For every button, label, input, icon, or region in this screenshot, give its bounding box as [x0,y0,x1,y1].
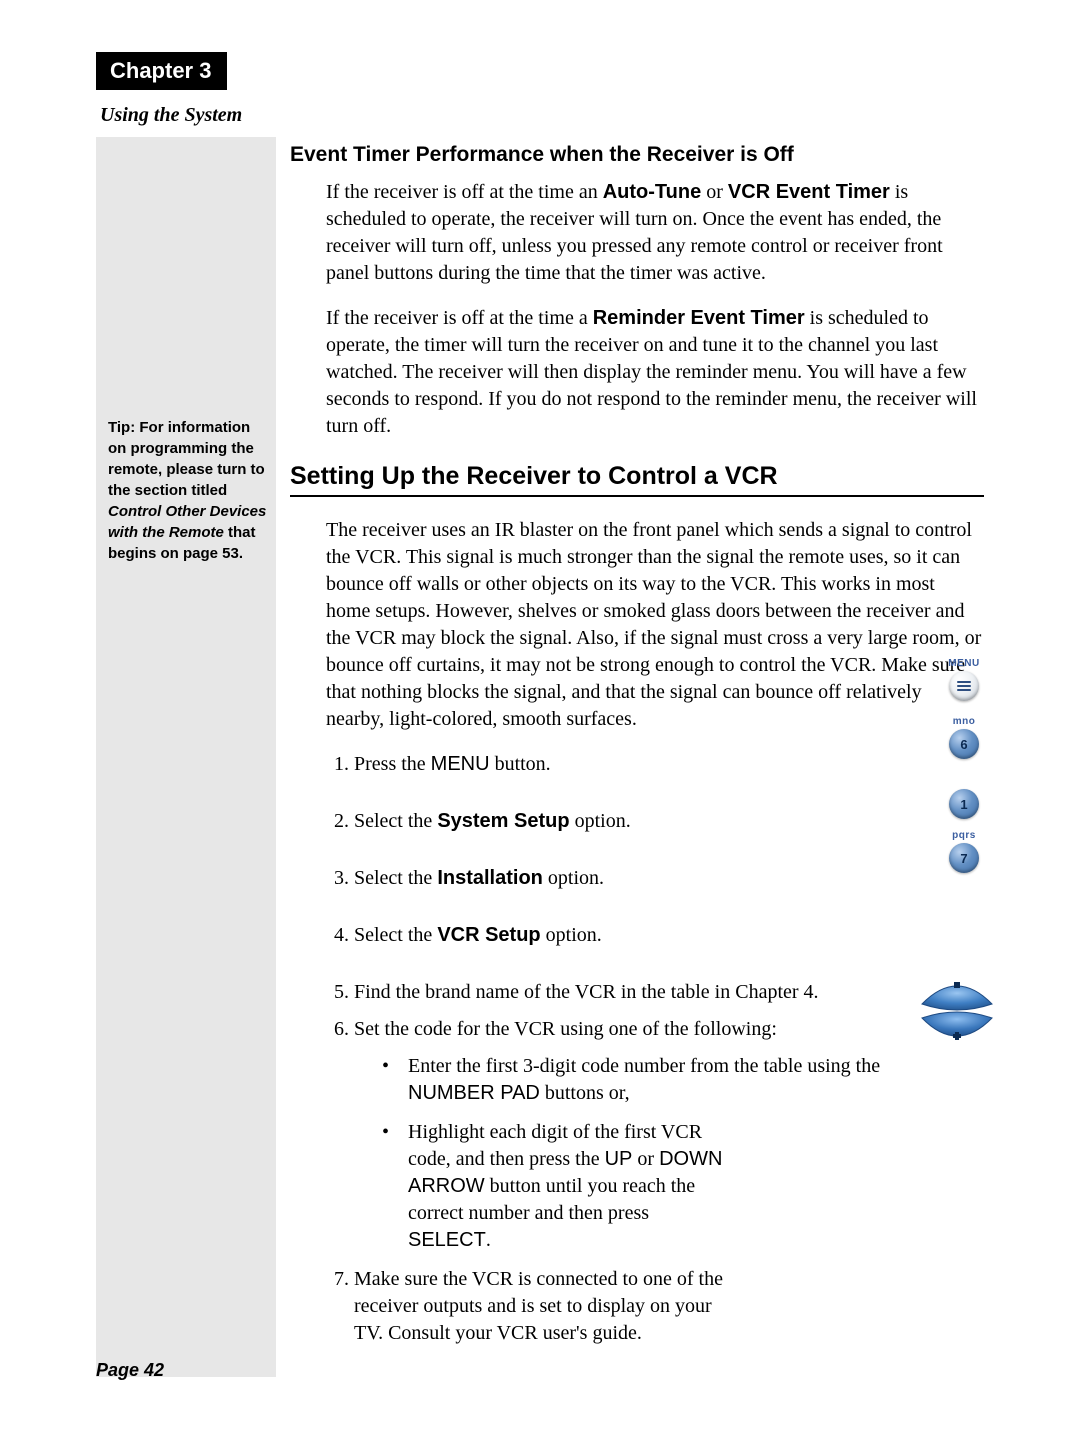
step-4: Select the VCR Setup option. [354,922,984,949]
content-columns: Tip: For information on programming the … [96,137,984,1377]
remote-6-button-icon: mno 6 [944,716,984,759]
key-menu: MENU [431,753,490,775]
step-3: Select the Installation option. [354,865,984,892]
digit-7-icon: 7 [949,843,979,873]
remote-arrow-pad-icon [912,966,1002,1056]
bold-vcr-event-timer: VCR Event Timer [728,181,890,203]
text: . [486,1229,491,1251]
key-select: SELECT [408,1229,486,1251]
remote-7-button-icon: pqrs 7 [944,830,984,873]
steps-list: Press the MENU button. Select the System… [326,751,984,1347]
text: buttons or, [540,1082,630,1104]
remote-1-button-icon: 1 [944,776,984,819]
text: option. [543,867,604,889]
remote-menu-label: MENU [944,658,984,669]
chapter-label: Chapter 3 [96,52,227,90]
text: option. [541,924,602,946]
text: Select the [354,867,437,889]
digit: 7 [960,851,967,866]
text: or [701,181,728,203]
remote-pqrs-label: pqrs [944,830,984,841]
text: option. [570,810,631,832]
step-6-bullet-1: Enter the first 3-digit code number from… [382,1053,894,1107]
bold-system-setup: System Setup [437,810,569,832]
text: or [632,1148,659,1170]
step-7: Make sure the VCR is connected to one of… [354,1266,984,1347]
manual-page: Chapter 3 Using the System Tip: For info… [0,0,1080,1437]
bold-auto-tune: Auto-Tune [603,181,702,203]
text: Enter the first 3-digit code number from… [408,1055,880,1077]
page-number: Page 42 [96,1360,164,1381]
digit: 6 [960,737,967,752]
text: If the receiver is off at the time an [326,181,603,203]
text: button. [490,753,551,775]
para-ir-blaster: The receiver uses an IR blaster on the f… [326,517,984,733]
bold-vcr-setup: VCR Setup [437,924,540,946]
step-6-bullet-2: Highlight each digit of the first VCR co… [382,1119,894,1254]
bold-reminder-event-timer: Reminder Event Timer [593,307,805,329]
text: Select the [354,924,437,946]
key-up: UP [605,1148,633,1170]
heading-setting-up-vcr: Setting Up the Receiver to Control a VCR [290,462,984,497]
menu-icon [949,671,979,701]
remote-menu-button-icon: MENU [944,658,984,701]
para-event-timer-1: If the receiver is off at the time an Au… [326,179,984,287]
text: If the receiver is off at the time a [326,307,593,329]
step-1: Press the MENU button. [354,751,984,778]
step-2: Select the System Setup option. [354,808,984,835]
digit-1-icon: 1 [949,789,979,819]
text: Press the [354,753,431,775]
bold-installation: Installation [437,867,543,889]
key-number-pad: NUMBER PAD [408,1082,540,1104]
remote-blank-label [944,776,984,787]
text: Set the code for the VCR using one of th… [354,1018,777,1040]
step-6-sublist: Enter the first 3-digit code number from… [354,1053,894,1254]
step-5: Find the brand name of the VCR in the ta… [354,979,984,1006]
heading-event-timer: Event Timer Performance when the Receive… [290,143,984,167]
para-event-timer-2: If the receiver is off at the time a Rem… [326,305,984,440]
remote-mno-label: mno [944,716,984,727]
step-6: Set the code for the VCR using one of th… [354,1016,984,1254]
sidebar-tip: Tip: For information on programming the … [96,137,276,1377]
tip-text-prefix: Tip: For information on programming the … [108,419,265,499]
text: Select the [354,810,437,832]
digit-6-icon: 6 [949,729,979,759]
main-content: Event Timer Performance when the Receive… [286,137,984,1377]
section-context: Using the System [100,104,984,127]
digit: 1 [960,797,967,812]
